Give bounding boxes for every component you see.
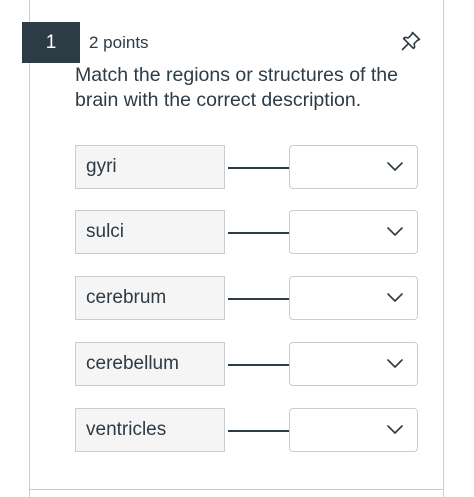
question-number-badge: 1 xyxy=(22,22,80,63)
match-row: ventricles xyxy=(75,408,420,454)
chevron-down-icon xyxy=(387,425,403,434)
match-connector xyxy=(228,364,290,366)
match-term: sulci xyxy=(75,210,225,254)
question-points: 2 points xyxy=(89,33,149,52)
chevron-down-icon xyxy=(387,293,403,302)
chevron-down-icon xyxy=(387,359,403,368)
match-answer-select[interactable] xyxy=(289,408,418,452)
pin-icon[interactable] xyxy=(400,30,422,52)
match-row: cerebellum xyxy=(75,342,420,388)
match-answer-select[interactable] xyxy=(289,145,418,189)
match-answer-select[interactable] xyxy=(289,276,418,320)
match-connector xyxy=(228,430,290,432)
match-connector xyxy=(228,298,290,300)
match-row: gyri xyxy=(75,145,420,191)
card-border-bottom xyxy=(29,489,444,490)
match-term: cerebrum xyxy=(75,276,225,320)
match-answer-select[interactable] xyxy=(289,342,418,386)
match-connector xyxy=(228,167,290,169)
match-connector xyxy=(228,232,290,234)
quiz-page: 1 2 points Match the regions or structur… xyxy=(0,0,474,497)
match-row: cerebrum xyxy=(75,276,420,322)
match-answer-select[interactable] xyxy=(289,210,418,254)
match-row: sulci xyxy=(75,210,420,256)
match-term: ventricles xyxy=(75,408,225,452)
chevron-down-icon xyxy=(387,227,403,236)
match-term: gyri xyxy=(75,145,225,189)
question-text: Match the regions or structures of the b… xyxy=(75,64,398,111)
card-border-right xyxy=(443,0,444,497)
match-term: cerebellum xyxy=(75,342,225,386)
card-border-left xyxy=(29,0,30,497)
chevron-down-icon xyxy=(387,162,403,171)
